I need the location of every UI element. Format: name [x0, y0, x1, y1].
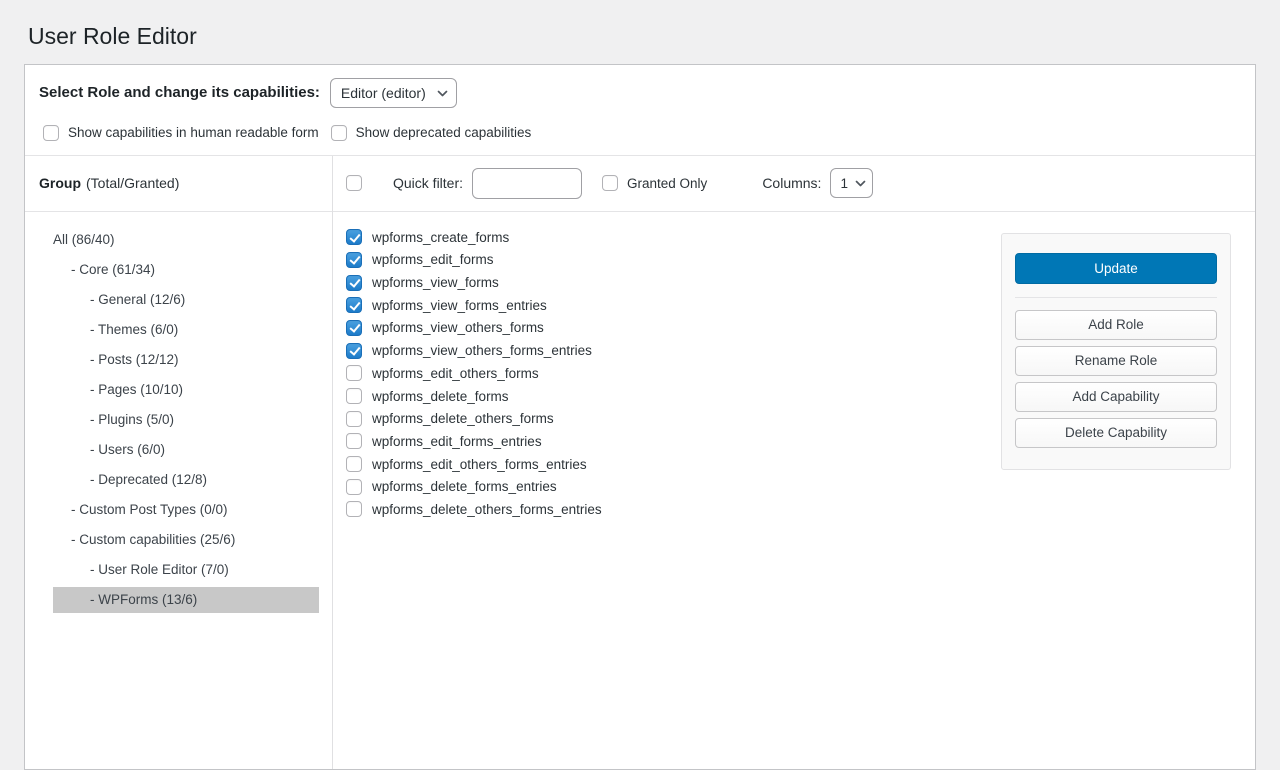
actions-panel: Update Add Role Rename Role Add Capabili…: [1001, 233, 1231, 470]
human-readable-label: Show capabilities in human readable form: [68, 125, 319, 140]
capability-checkbox[interactable]: [346, 229, 362, 245]
capability-name: wpforms_view_others_forms: [372, 320, 544, 335]
filter-row: Quick filter: Granted Only Columns: 1: [333, 156, 1255, 212]
capability-checkbox[interactable]: [346, 456, 362, 472]
capability-name: wpforms_view_others_forms_entries: [372, 343, 592, 358]
role-select[interactable]: Editor (editor): [330, 78, 457, 108]
capability-name: wpforms_delete_others_forms_entries: [372, 502, 602, 517]
human-readable-option: Show capabilities in human readable form: [43, 125, 319, 141]
capability-checkbox[interactable]: [346, 320, 362, 336]
capability-name: wpforms_view_forms_entries: [372, 298, 547, 313]
capability-name: wpforms_delete_forms_entries: [372, 479, 557, 494]
group-tree: All (86/40) - Core (61/34) - General (12/6…: [25, 212, 332, 617]
add-role-button[interactable]: Add Role: [1015, 310, 1217, 340]
granted-only-checkbox[interactable]: [602, 175, 618, 191]
capability-name: wpforms_delete_others_forms: [372, 411, 554, 426]
capability-checkbox[interactable]: [346, 297, 362, 313]
tree-item[interactable]: - General (12/6): [53, 287, 319, 313]
columns-select[interactable]: 1: [830, 168, 873, 198]
add-capability-button[interactable]: Add Capability: [1015, 382, 1217, 412]
capability-checkbox[interactable]: [346, 365, 362, 381]
top-section: Select Role and change its capabilities:…: [25, 65, 1255, 155]
columns-label: Columns:: [762, 175, 821, 191]
capability-name: wpforms_edit_others_forms_entries: [372, 457, 587, 472]
tree-item[interactable]: - Plugins (5/0): [53, 407, 319, 433]
deprecated-checkbox[interactable]: [331, 125, 347, 141]
quick-filter-label: Quick filter:: [393, 175, 463, 191]
group-sidebar: Group (Total/Granted) All (86/40) - Core …: [25, 156, 332, 769]
quick-filter-input[interactable]: [472, 168, 582, 199]
tree-item[interactable]: - User Role Editor (7/0): [53, 557, 319, 583]
capability-checkbox[interactable]: [346, 275, 362, 291]
tree-item[interactable]: - Custom capabilities (25/6): [53, 527, 319, 553]
capability-name: wpforms_edit_forms: [372, 252, 494, 267]
capability-name: wpforms_view_forms: [372, 275, 499, 290]
tree-item[interactable]: All (86/40): [53, 227, 319, 253]
capability-checkbox[interactable]: [346, 433, 362, 449]
capability-name: wpforms_delete_forms: [372, 389, 509, 404]
update-button[interactable]: Update: [1015, 253, 1217, 284]
capability-name: wpforms_edit_others_forms: [372, 366, 539, 381]
main-panel: Select Role and change its capabilities:…: [24, 64, 1256, 770]
capability-row: wpforms_delete_others_forms_entries: [346, 498, 1255, 521]
capability-name: wpforms_edit_forms_entries: [372, 434, 542, 449]
tree-item[interactable]: - Users (6/0): [53, 437, 319, 463]
capability-checkbox[interactable]: [346, 388, 362, 404]
delete-capability-button[interactable]: Delete Capability: [1015, 418, 1217, 448]
tree-item[interactable]: - Deprecated (12/8): [53, 467, 319, 493]
capability-checkbox[interactable]: [346, 252, 362, 268]
actions-divider: [1015, 297, 1217, 298]
select-role-label: Select Role and change its capabilities:: [39, 84, 320, 101]
capability-row: wpforms_delete_forms_entries: [346, 475, 1255, 498]
rename-role-button[interactable]: Rename Role: [1015, 346, 1217, 376]
tree-item[interactable]: - Pages (10/10): [53, 377, 319, 403]
deprecated-label: Show deprecated capabilities: [356, 125, 532, 140]
capability-checkbox[interactable]: [346, 501, 362, 517]
group-header-suffix: (Total/Granted): [86, 175, 179, 191]
deprecated-option: Show deprecated capabilities: [331, 125, 532, 141]
human-readable-checkbox[interactable]: [43, 125, 59, 141]
group-header-bold: Group: [39, 175, 81, 191]
capability-checkbox[interactable]: [346, 343, 362, 359]
capabilities-pane: Quick filter: Granted Only Columns: 1 wp…: [332, 156, 1255, 769]
tree-item[interactable]: - Core (61/34): [53, 257, 319, 283]
tree-item[interactable]: - Custom Post Types (0/0): [53, 497, 319, 523]
capability-name: wpforms_create_forms: [372, 230, 509, 245]
tree-item-selected[interactable]: - WPForms (13/6): [53, 587, 319, 613]
granted-only-label: Granted Only: [627, 176, 707, 191]
capabilities-content: wpforms_create_forms wpforms_edit_formswp…: [333, 212, 1255, 769]
capability-checkbox[interactable]: [346, 479, 362, 495]
tree-item[interactable]: - Posts (12/12): [53, 347, 319, 373]
tree-item[interactable]: - Themes (6/0): [53, 317, 319, 343]
group-header: Group (Total/Granted): [25, 156, 332, 212]
select-all-checkbox[interactable]: [346, 175, 362, 191]
page-title: User Role Editor: [0, 0, 1280, 52]
capability-checkbox[interactable]: [346, 411, 362, 427]
